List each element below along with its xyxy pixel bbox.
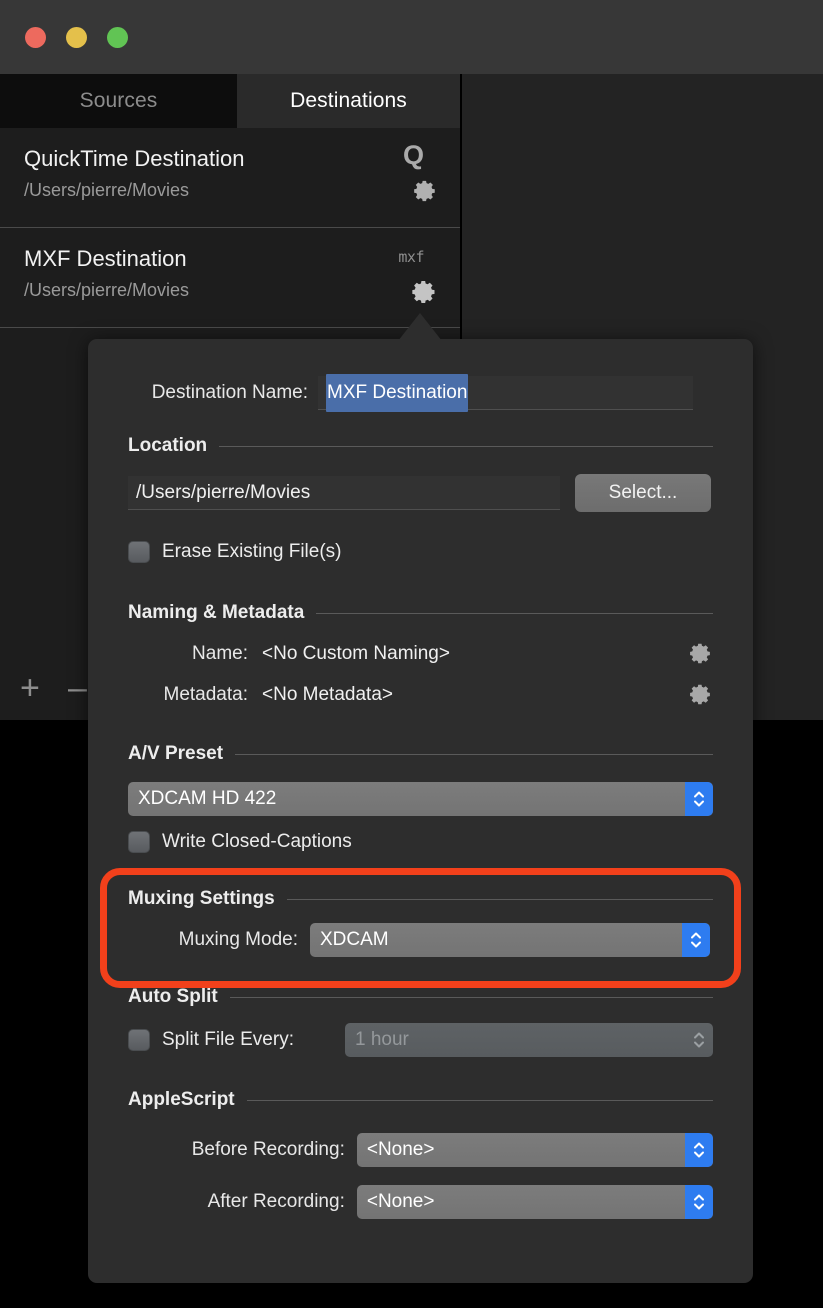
- metadata-row: Metadata: <No Metadata>: [128, 682, 713, 707]
- gear-icon[interactable]: [410, 278, 438, 306]
- destination-name-value: MXF Destination: [326, 373, 469, 412]
- popover-arrow: [398, 313, 442, 341]
- erase-existing-row[interactable]: Erase Existing File(s): [128, 541, 342, 563]
- name-label: Name:: [192, 642, 248, 664]
- metadata-value: <No Metadata>: [262, 683, 393, 705]
- section-muxing-settings: Muxing Settings: [128, 888, 713, 910]
- quicktime-icon: Q: [402, 140, 424, 170]
- section-auto-split-title: Auto Split: [128, 986, 218, 1007]
- section-muxing-settings-title: Muxing Settings: [128, 888, 275, 909]
- section-av-preset: A/V Preset: [128, 743, 713, 765]
- before-recording-select[interactable]: <None>: [356, 1133, 713, 1167]
- write-cc-row[interactable]: Write Closed-Captions: [128, 831, 352, 853]
- section-rule: [219, 445, 713, 447]
- destination-path: /Users/pierre/Movies: [24, 280, 190, 300]
- after-recording-value: <None>: [366, 1191, 435, 1212]
- before-recording-value: <None>: [366, 1139, 435, 1160]
- auto-split-row: Split File Every: 1 hour: [128, 1023, 713, 1057]
- remove-destination-button[interactable]: –: [68, 671, 87, 705]
- location-path-value: /Users/pierre/Movies: [136, 481, 311, 503]
- name-value: <No Custom Naming>: [262, 642, 450, 664]
- gear-icon[interactable]: [688, 682, 713, 707]
- chevron-updown-icon: [685, 1133, 713, 1167]
- erase-existing-checkbox[interactable]: [128, 541, 150, 563]
- muxing-mode-row: Muxing Mode: XDCAM: [128, 923, 713, 957]
- destination-title: MXF Destination: [24, 246, 187, 271]
- section-auto-split: Auto Split: [128, 986, 713, 1008]
- destination-name-input[interactable]: MXF Destination: [318, 373, 693, 412]
- tab-sources-label: Sources: [79, 89, 158, 112]
- split-interval-value: 1 hour: [355, 1029, 409, 1050]
- section-location-title: Location: [128, 435, 208, 456]
- name-row: Name: <No Custom Naming>: [128, 641, 713, 666]
- destination-settings-popover: Destination Name: MXF Destination Locati…: [88, 339, 753, 1283]
- list-item[interactable]: QuickTime Destination /Users/pierre/Movi…: [0, 128, 460, 228]
- chevron-updown-icon: [685, 1185, 713, 1219]
- metadata-label: Metadata:: [163, 683, 249, 705]
- gear-icon[interactable]: [688, 641, 713, 666]
- destination-title: QuickTime Destination: [24, 146, 245, 171]
- section-applescript-title: AppleScript: [128, 1089, 235, 1110]
- section-rule: [229, 996, 713, 998]
- close-window-button[interactable]: [25, 27, 46, 48]
- section-applescript: AppleScript: [128, 1089, 713, 1111]
- mxf-icon: mxf: [398, 248, 424, 266]
- minimize-window-button[interactable]: [66, 27, 87, 48]
- section-rule: [286, 898, 713, 900]
- muxing-mode-value: XDCAM: [320, 929, 389, 950]
- location-row: /Users/pierre/Movies Select...: [128, 474, 713, 512]
- traffic-lights: [25, 27, 128, 48]
- section-location: Location: [128, 435, 713, 457]
- muxing-mode-label: Muxing Mode:: [178, 929, 298, 950]
- section-naming-metadata-title: Naming & Metadata: [128, 602, 305, 623]
- split-file-label: Split File Every:: [162, 1029, 294, 1050]
- muxing-mode-select[interactable]: XDCAM: [310, 923, 710, 957]
- chevron-updown-icon: [685, 1023, 713, 1057]
- av-preset-select[interactable]: XDCAM HD 422: [128, 782, 713, 816]
- destination-name-row: Destination Name: MXF Destination: [128, 373, 713, 412]
- tab-destinations-label: Destinations: [290, 89, 407, 112]
- after-recording-row: After Recording: <None>: [128, 1185, 713, 1219]
- maximize-window-button[interactable]: [107, 27, 128, 48]
- write-closed-captions-checkbox[interactable]: [128, 831, 150, 853]
- location-path-input[interactable]: /Users/pierre/Movies: [128, 476, 560, 510]
- split-interval-select[interactable]: 1 hour: [345, 1023, 713, 1057]
- before-recording-row: Before Recording: <None>: [128, 1133, 713, 1167]
- section-rule: [246, 1099, 713, 1101]
- section-rule: [235, 753, 713, 755]
- erase-existing-label: Erase Existing File(s): [162, 541, 342, 562]
- titlebar: [0, 0, 823, 74]
- section-naming-metadata: Naming & Metadata: [128, 602, 713, 624]
- add-destination-button[interactable]: +: [20, 671, 40, 705]
- list-item[interactable]: MXF Destination /Users/pierre/Movies mxf: [0, 228, 460, 328]
- tab-sources[interactable]: Sources: [0, 74, 237, 128]
- chevron-updown-icon: [685, 782, 713, 816]
- write-closed-captions-label: Write Closed-Captions: [162, 831, 352, 852]
- before-recording-label: Before Recording:: [191, 1139, 345, 1160]
- tab-destinations[interactable]: Destinations: [237, 74, 460, 128]
- destination-path: /Users/pierre/Movies: [24, 180, 190, 200]
- gear-icon[interactable]: [412, 178, 438, 204]
- destination-name-label: Destination Name:: [151, 382, 308, 403]
- section-av-preset-title: A/V Preset: [128, 743, 224, 764]
- av-preset-row: XDCAM HD 422: [128, 782, 713, 816]
- after-recording-label: After Recording:: [207, 1191, 345, 1212]
- select-location-button[interactable]: Select...: [575, 474, 711, 512]
- chevron-updown-icon: [682, 923, 710, 957]
- av-preset-value: XDCAM HD 422: [138, 788, 277, 809]
- section-rule: [316, 612, 713, 614]
- after-recording-select[interactable]: <None>: [356, 1185, 713, 1219]
- split-file-checkbox[interactable]: [128, 1029, 150, 1051]
